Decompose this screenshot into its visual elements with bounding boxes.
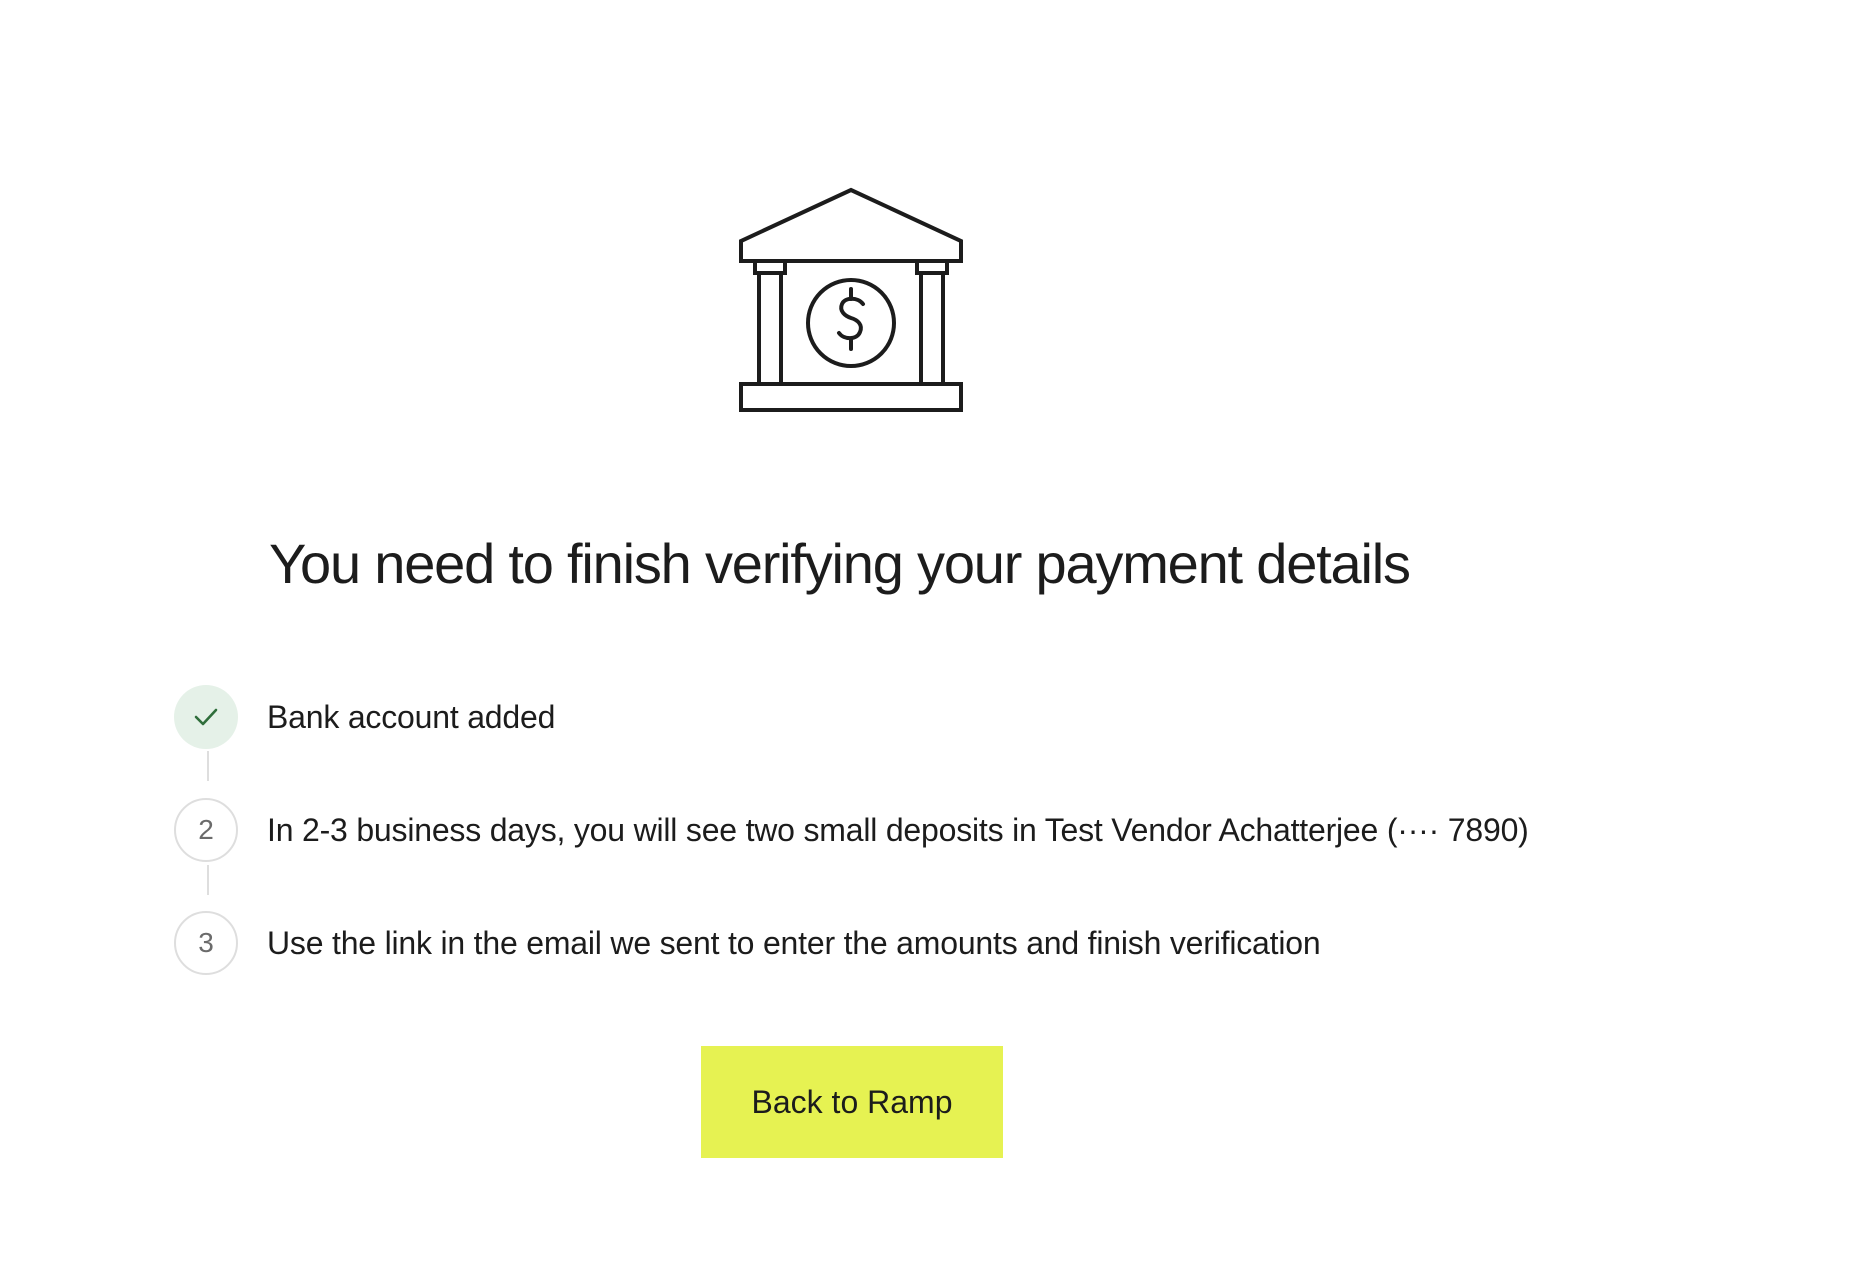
- step-label: Bank account added: [267, 698, 556, 735]
- step-complete-badge: [174, 685, 238, 749]
- step-number-badge: 3: [174, 911, 238, 975]
- verification-steps: Bank account added 2 In 2-3 business day…: [174, 683, 1774, 978]
- back-to-ramp-button[interactable]: Back to Ramp: [701, 1046, 1003, 1158]
- step-bank-account-added: Bank account added: [174, 683, 555, 751]
- step-deposits: 2 In 2-3 business days, you will see two…: [174, 796, 1529, 864]
- check-icon: [194, 708, 218, 726]
- step-number-badge: 2: [174, 798, 238, 862]
- step-label: Use the link in the email we sent to ent…: [267, 924, 1321, 961]
- step-connector: [207, 751, 209, 781]
- step-connector: [207, 865, 209, 895]
- step-label: In 2-3 business days, you will see two s…: [267, 811, 1529, 848]
- step-enter-amounts: 3 Use the link in the email we sent to e…: [174, 909, 1321, 977]
- page-title: You need to finish verifying your paymen…: [269, 532, 1411, 595]
- bank-dollar-icon: [739, 187, 963, 412]
